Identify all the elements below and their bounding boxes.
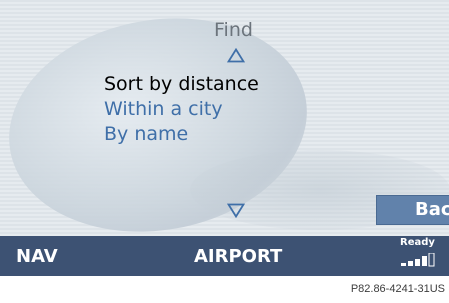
nav-label[interactable]: NAV bbox=[16, 246, 58, 267]
menu-item-by-name[interactable]: By name bbox=[104, 122, 259, 147]
screen-title: Find bbox=[214, 19, 253, 41]
status-bar: NAV AIRPORT Ready bbox=[0, 236, 449, 276]
menu-list: Sort by distance Within a city By name bbox=[104, 72, 259, 147]
mode-label: AIRPORT bbox=[194, 246, 283, 267]
signal-strength-icon bbox=[401, 253, 435, 267]
figure-caption: P82.86-4241-31US bbox=[350, 283, 445, 295]
scroll-up-icon[interactable] bbox=[227, 48, 245, 63]
back-button[interactable]: Back bbox=[376, 195, 449, 225]
display-screen: Find Sort by distance Within a city By n… bbox=[0, 0, 449, 236]
menu-item-sort-by-distance[interactable]: Sort by distance bbox=[104, 72, 259, 97]
ready-label: Ready bbox=[400, 237, 435, 248]
menu-item-within-a-city[interactable]: Within a city bbox=[104, 97, 259, 122]
scroll-down-icon[interactable] bbox=[227, 203, 245, 218]
